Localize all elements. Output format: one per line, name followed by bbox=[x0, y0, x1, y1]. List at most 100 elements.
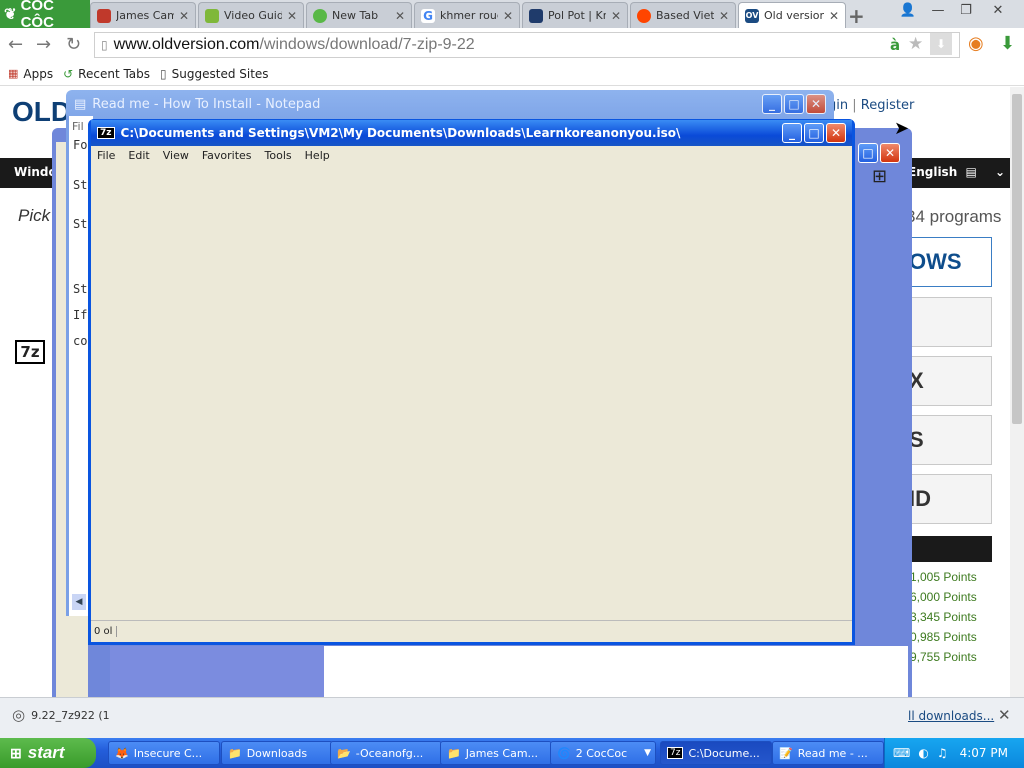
background-window-controls: □ ✕ bbox=[858, 143, 900, 163]
tab-close-icon[interactable]: ✕ bbox=[179, 9, 189, 23]
tab-close-icon[interactable]: ✕ bbox=[503, 9, 513, 23]
tab-close-icon[interactable]: ✕ bbox=[611, 9, 621, 23]
minimize-button[interactable]: — bbox=[926, 2, 950, 20]
maximize-icon[interactable]: □ bbox=[858, 143, 878, 163]
points-entry[interactable]: 9,755 Points bbox=[910, 650, 977, 664]
reload-icon[interactable]: ↻ bbox=[66, 34, 81, 55]
program-count: 34 programs bbox=[906, 207, 1002, 226]
os-mac-box[interactable]: X bbox=[908, 356, 992, 406]
minimize-icon[interactable]: _ bbox=[762, 94, 782, 114]
sevenzip-file-list[interactable] bbox=[91, 164, 852, 620]
keyboard-icon[interactable]: ⌨ bbox=[893, 746, 910, 760]
close-button[interactable]: ✕ bbox=[986, 2, 1010, 20]
notepad-line: St bbox=[73, 282, 88, 296]
task-sevenzip[interactable]: 7z C:\Docume... bbox=[660, 741, 772, 765]
scroll-left-button[interactable]: ◀ bbox=[72, 594, 86, 610]
close-downloads-icon[interactable]: ✕ bbox=[998, 706, 1011, 724]
download-arrow-icon[interactable]: ⬇ bbox=[1000, 33, 1015, 54]
coccoc-logo[interactable]: ❦ CÔC CÔC bbox=[0, 0, 90, 31]
menu-favorites[interactable]: Favorites bbox=[202, 149, 252, 162]
tab-khmer-rouge[interactable]: G khmer roug ✕ bbox=[414, 2, 520, 28]
tab-based-vietnam[interactable]: Based Vietn ✕ bbox=[630, 2, 736, 28]
points-entry[interactable]: 6,000 Points bbox=[910, 590, 977, 604]
points-entry[interactable]: 0,985 Points bbox=[910, 630, 977, 644]
os-windows-box[interactable]: OWS bbox=[908, 237, 992, 287]
task-oceanofgames[interactable]: 📂 -Oceanofg... bbox=[330, 741, 442, 765]
clock[interactable]: 4:07 PM bbox=[960, 746, 1008, 760]
restore-button[interactable]: ❐ bbox=[954, 2, 978, 20]
bookmarks-bar: ▦ Apps ↺ Recent Tabs ▯ Suggested Sites bbox=[0, 62, 1024, 86]
tab-james-cam[interactable]: James Cam ✕ bbox=[90, 2, 196, 28]
tab-new-tab[interactable]: New Tab ✕ bbox=[306, 2, 412, 28]
close-icon[interactable]: ✕ bbox=[806, 94, 826, 114]
back-arrow-icon[interactable]: ← bbox=[8, 34, 23, 55]
points-header bbox=[908, 536, 992, 562]
star-icon[interactable]: ★ bbox=[908, 34, 923, 54]
history-icon: ↺ bbox=[63, 66, 74, 81]
new-tab-button[interactable]: + bbox=[848, 4, 865, 28]
scrollbar-thumb[interactable] bbox=[1012, 94, 1022, 424]
forward-arrow-icon[interactable]: → bbox=[36, 34, 51, 55]
menu-view[interactable]: View bbox=[163, 149, 189, 162]
tab-video-guide[interactable]: Video Guide ✕ bbox=[198, 2, 304, 28]
task-downloads[interactable]: 📁 Downloads bbox=[221, 741, 333, 765]
folder-icon: 📁 bbox=[228, 746, 242, 760]
download-item[interactable]: ◎ 9.22_7z922 (1 bbox=[12, 706, 110, 724]
menu-edit[interactable]: Edit bbox=[128, 149, 149, 162]
page-icon: ▯ bbox=[160, 66, 167, 81]
sevenzip-icon: 7z bbox=[97, 127, 115, 139]
sevenzip-titlebar[interactable]: 7z C:\Documents and Settings\VM2\My Docu… bbox=[91, 120, 852, 146]
book-icon bbox=[529, 8, 543, 23]
sevenzip-icon: 7z bbox=[667, 747, 684, 759]
os-android-box[interactable]: ID bbox=[908, 474, 992, 524]
profile-icon[interactable]: 👤 bbox=[896, 2, 920, 20]
bookmark-suggested-sites[interactable]: ▯ Suggested Sites bbox=[160, 67, 269, 81]
folder-icon: 📁 bbox=[447, 746, 461, 760]
language-select[interactable]: English ▤ ⌄ bbox=[908, 165, 1005, 179]
menu-file[interactable]: File bbox=[97, 149, 115, 162]
show-all-downloads-link[interactable]: ll downloads... bbox=[908, 709, 994, 723]
menu-tools[interactable]: Tools bbox=[265, 149, 292, 162]
tab-close-icon[interactable]: ✕ bbox=[287, 9, 297, 23]
notepad-controls: _ □ ✕ bbox=[762, 94, 826, 114]
coccoc-menu-icon[interactable]: ◉ bbox=[968, 33, 984, 54]
tab-close-icon[interactable]: ✕ bbox=[719, 9, 729, 23]
site-logo[interactable]: OLD bbox=[12, 96, 71, 128]
notepad-menu-file[interactable]: Fil bbox=[72, 120, 84, 133]
os-linux-box[interactable]: S bbox=[908, 415, 992, 465]
task-james-cam[interactable]: 📁 James Cam... bbox=[440, 741, 552, 765]
tab-old-version[interactable]: OV Old version ✕ bbox=[738, 2, 846, 28]
maximize-icon[interactable]: □ bbox=[804, 123, 824, 143]
menu-help[interactable]: Help bbox=[305, 149, 330, 162]
task-insecure[interactable]: 🦊 Insecure C... bbox=[108, 741, 220, 765]
sevenzip-statusbar: 0 ol bbox=[91, 620, 852, 642]
page-icon: ▯ bbox=[101, 38, 108, 52]
notepad-line: co bbox=[73, 334, 88, 348]
nav-windows[interactable]: Windo bbox=[14, 165, 57, 179]
close-icon[interactable]: ✕ bbox=[826, 123, 846, 143]
points-entry[interactable]: 1,005 Points bbox=[910, 570, 977, 584]
os-box-2[interactable] bbox=[908, 297, 992, 347]
task-readme[interactable]: 📝 Read me - ... bbox=[772, 741, 884, 765]
task-coccoc[interactable]: 🌀 2 CocCoc ▼ bbox=[550, 741, 656, 765]
notepad-icon: 📝 bbox=[779, 746, 793, 760]
start-button[interactable]: ⊞ start bbox=[0, 738, 96, 768]
coccoc-icon: 🌀 bbox=[557, 746, 571, 760]
translate-icon[interactable]: à bbox=[890, 36, 900, 54]
points-entry[interactable]: 3,345 Points bbox=[910, 610, 977, 624]
system-tray: ⌨ ◐ ♫ 4:07 PM bbox=[884, 738, 1024, 768]
network-icon[interactable]: ◐ bbox=[918, 746, 928, 760]
bookmark-apps[interactable]: ▦ Apps bbox=[8, 67, 53, 81]
tab-pol-pot[interactable]: Pol Pot | Kn ✕ bbox=[522, 2, 628, 28]
address-bar[interactable]: ▯ www.oldversion.com/windows/download/7-… bbox=[94, 32, 960, 58]
minimize-icon[interactable]: _ bbox=[782, 123, 802, 143]
tab-close-icon[interactable]: ✕ bbox=[829, 9, 839, 23]
bookmark-recent-tabs[interactable]: ↺ Recent Tabs bbox=[63, 67, 150, 81]
download-page-icon[interactable]: ⬇ bbox=[930, 33, 952, 55]
cube-icon bbox=[205, 8, 219, 23]
tab-close-icon[interactable]: ✕ bbox=[395, 9, 405, 23]
maximize-icon[interactable]: □ bbox=[784, 94, 804, 114]
close-icon[interactable]: ✕ bbox=[880, 143, 900, 163]
volume-icon[interactable]: ♫ bbox=[937, 746, 948, 760]
register-link[interactable]: Register bbox=[861, 98, 915, 113]
